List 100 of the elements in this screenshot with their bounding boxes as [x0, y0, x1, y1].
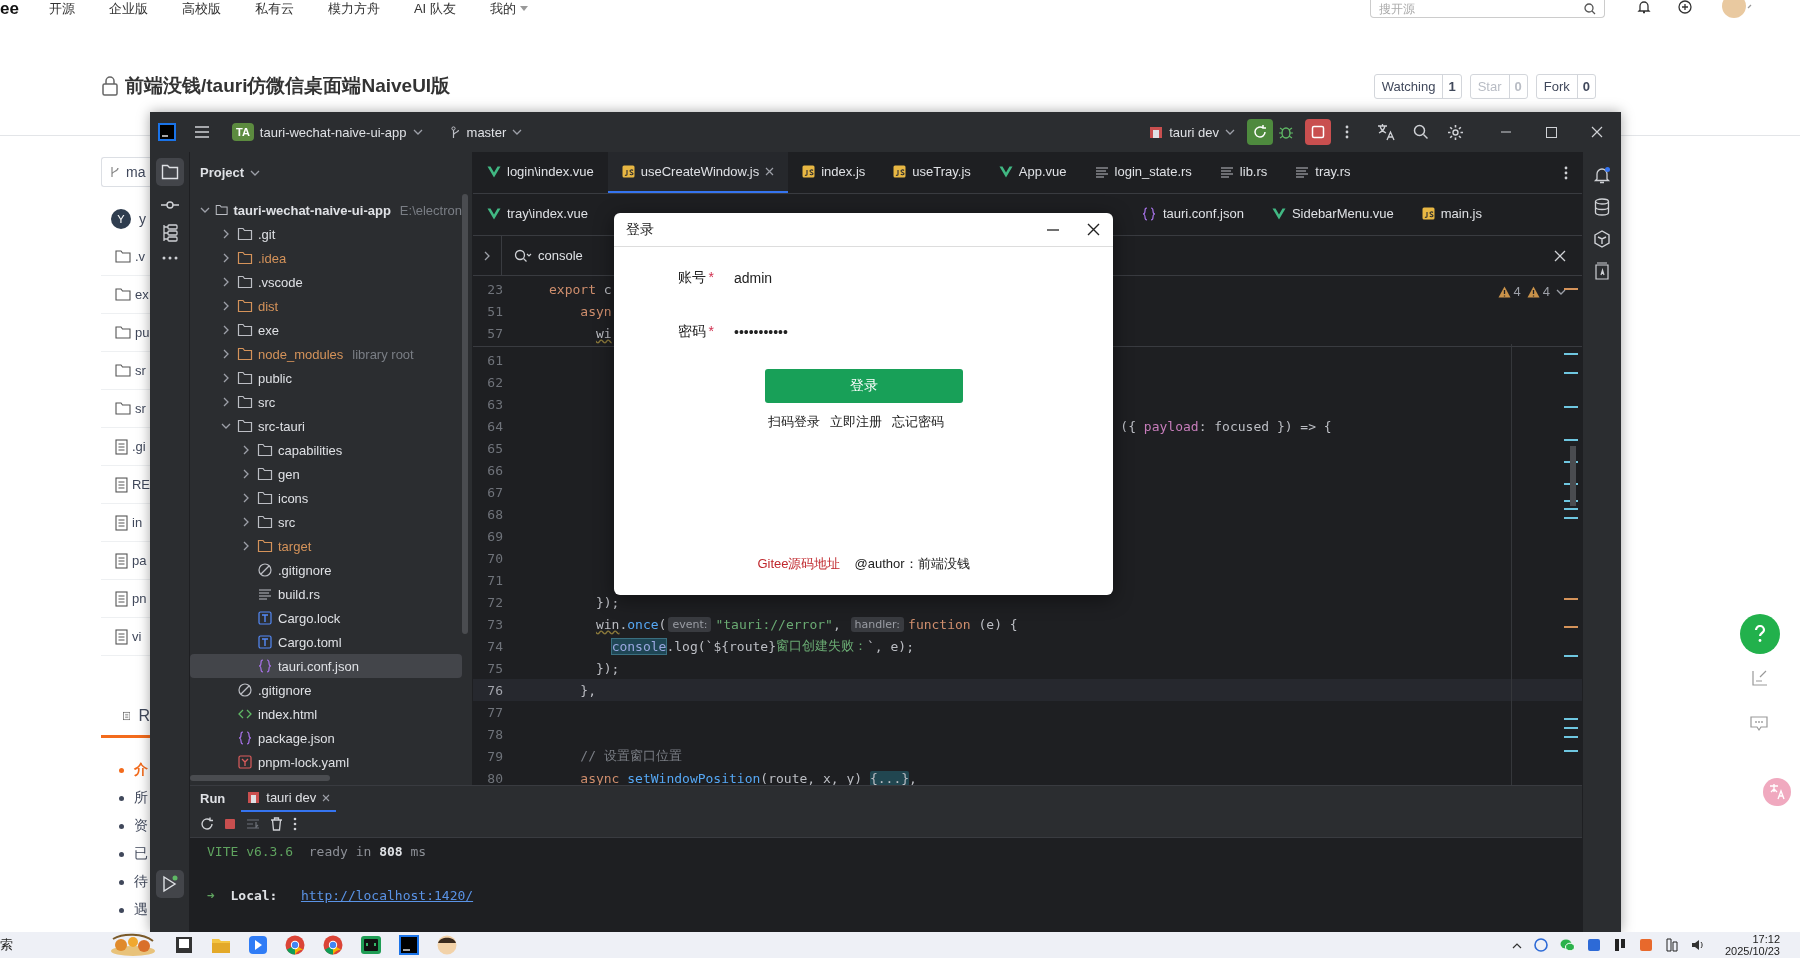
- taskview-icon[interactable]: [175, 936, 193, 954]
- ai-assistant-icon[interactable]: [1593, 230, 1611, 248]
- editor-tab[interactable]: useTray.js: [879, 152, 985, 193]
- nav-link[interactable]: 我的: [489, 0, 528, 18]
- search-field[interactable]: 索: [0, 936, 13, 954]
- stop-icon[interactable]: [1311, 125, 1325, 139]
- terminal-icon[interactable]: [361, 936, 381, 954]
- chevron-up-icon[interactable]: [1511, 941, 1522, 949]
- tree-item[interactable]: gen: [190, 462, 462, 486]
- chevron-right-icon[interactable]: [222, 325, 230, 335]
- tree-item[interactable]: .git: [190, 222, 462, 246]
- editor-tab[interactable]: lib.rs: [1205, 152, 1282, 193]
- tree-item[interactable]: src: [190, 510, 462, 534]
- more-icon[interactable]: [1564, 165, 1568, 180]
- rerun-icon[interactable]: [1252, 124, 1268, 140]
- trash-icon[interactable]: [270, 817, 283, 832]
- chrome-icon[interactable]: [323, 935, 343, 955]
- chevron-down-icon[interactable]: [1225, 128, 1235, 136]
- run-icon[interactable]: [161, 875, 178, 893]
- nav-link[interactable]: 高校版: [181, 0, 221, 18]
- bell-icon[interactable]: [1593, 166, 1611, 184]
- tree-item[interactable]: target: [190, 534, 462, 558]
- panel-title[interactable]: Project: [200, 165, 245, 180]
- nav-link[interactable]: 私有云: [254, 0, 294, 18]
- chevron-right-icon[interactable]: [242, 493, 250, 503]
- editor-tab[interactable]: useCreateWindow.js: [607, 152, 789, 193]
- search-field[interactable]: 搜开源: [1370, 0, 1605, 18]
- repo-action-button[interactable]: Fork 0: [1535, 73, 1596, 99]
- settings-icon[interactable]: [1447, 123, 1464, 141]
- shield-icon[interactable]: [1533, 938, 1548, 952]
- project-selector[interactable]: TA tauri-wechat-naive-ui-app: [224, 119, 431, 145]
- chevron-right-icon[interactable]: [222, 373, 230, 383]
- input-field[interactable]: admin: [734, 270, 974, 286]
- file-name[interactable]: pu: [135, 325, 150, 340]
- committer-name[interactable]: y: [139, 211, 146, 227]
- bell-icon[interactable]: [1637, 0, 1651, 14]
- maximize-icon[interactable]: [1546, 126, 1557, 138]
- chevron-right-icon[interactable]: [242, 541, 250, 551]
- tree-item[interactable]: icons: [190, 486, 462, 510]
- folded-code[interactable]: {...}: [869, 770, 910, 785]
- tree-item[interactable]: Cargo.lock: [190, 606, 462, 630]
- chevron-right-icon[interactable]: [222, 301, 230, 311]
- chevron-down-icon[interactable]: [221, 422, 231, 430]
- file-name[interactable]: .gi: [132, 439, 146, 454]
- link[interactable]: 忘记密码: [892, 413, 944, 431]
- link[interactable]: 立即注册: [830, 413, 882, 431]
- file-name[interactable]: sr: [135, 363, 146, 378]
- chevron-right-icon[interactable]: [222, 253, 230, 263]
- close-icon[interactable]: [322, 793, 331, 802]
- branch-selector[interactable]: master: [442, 120, 531, 144]
- app-tray-icon[interactable]: [1612, 938, 1627, 952]
- network-icon[interactable]: [1664, 938, 1679, 952]
- editor-tab[interactable]: login\index.vue: [473, 152, 608, 193]
- tree-item[interactable]: Cargo.toml: [190, 630, 462, 654]
- run-config-selector[interactable]: tauri dev: [1141, 120, 1243, 144]
- editor-tab[interactable]: index.js: [788, 152, 880, 193]
- chevron-down-icon[interactable]: [512, 128, 523, 136]
- close-icon[interactable]: [1591, 126, 1603, 138]
- app-logo-icon[interactable]: [158, 123, 176, 141]
- plus-icon[interactable]: [1678, 0, 1692, 14]
- chevron-right-icon[interactable]: [222, 229, 230, 239]
- editor-tab[interactable]: main.js: [1407, 194, 1496, 235]
- tree-item[interactable]: src-tauri: [190, 414, 462, 438]
- tree-item[interactable]: .idea: [190, 246, 462, 270]
- file-name[interactable]: RE: [131, 477, 150, 492]
- chevron-down-icon[interactable]: [1556, 287, 1566, 296]
- more-icon[interactable]: [293, 817, 297, 832]
- nav-link[interactable]: 模力方舟: [327, 0, 380, 18]
- input-field[interactable]: •••••••••••: [734, 324, 974, 340]
- file-name[interactable]: ex: [135, 287, 149, 302]
- site-logo[interactable]: ee: [0, 0, 19, 19]
- chevron-right-icon[interactable]: [242, 469, 250, 479]
- toc-item[interactable]: 资: [119, 812, 150, 840]
- folder-icon[interactable]: [160, 164, 179, 180]
- tree-item[interactable]: dist: [190, 294, 462, 318]
- editor-tab[interactable]: SidebarMenu.vue: [1257, 194, 1408, 235]
- tree-item[interactable]: .gitignore: [190, 678, 462, 702]
- file-name[interactable]: .v: [135, 249, 146, 264]
- tree-item[interactable]: exe: [190, 318, 462, 342]
- clock-date[interactable]: 2025/10/23: [1724, 945, 1780, 957]
- user-avatar[interactable]: Y: [111, 209, 131, 229]
- file-name[interactable]: vi: [132, 629, 142, 644]
- close-icon[interactable]: [765, 167, 775, 176]
- tree-item[interactable]: capabilities: [190, 438, 462, 462]
- database-icon[interactable]: [1594, 198, 1610, 216]
- editor-tab[interactable]: tray.rs: [1281, 152, 1365, 193]
- close-icon[interactable]: [1554, 249, 1566, 262]
- book-icon[interactable]: [1594, 262, 1610, 280]
- structure-icon[interactable]: [161, 224, 178, 242]
- clock-time[interactable]: 17:12: [1752, 933, 1780, 945]
- chevron-right-icon[interactable]: [222, 349, 230, 359]
- file-name[interactable]: pn: [132, 591, 147, 606]
- chevron-right-icon[interactable]: [222, 397, 230, 407]
- avatar-icon[interactable]: [437, 935, 457, 955]
- chevron-right-icon[interactable]: [483, 250, 491, 261]
- app-logo-icon[interactable]: [399, 935, 419, 955]
- tree-item[interactable]: tauri.conf.json: [190, 654, 462, 678]
- chevron-right-icon[interactable]: [222, 277, 230, 287]
- search-icon[interactable]: [1413, 124, 1429, 140]
- chevron-down-icon[interactable]: [412, 128, 423, 136]
